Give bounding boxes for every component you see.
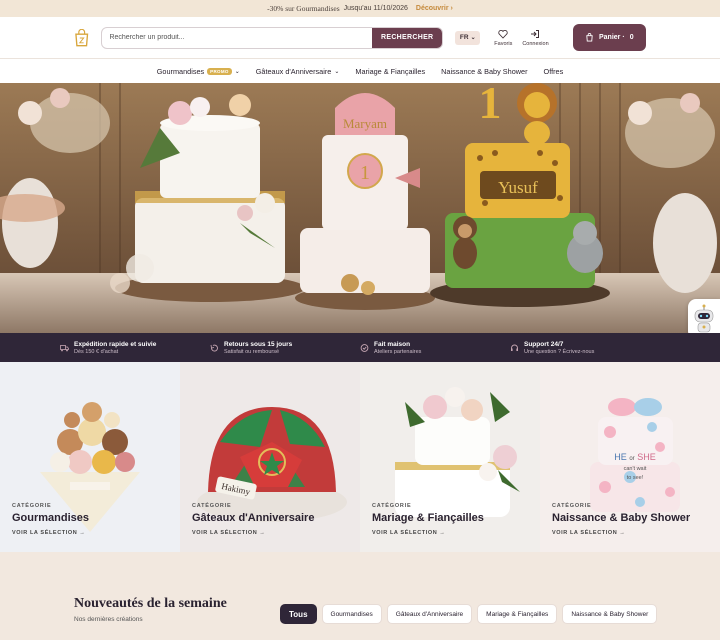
- feature-returns: Retours sous 15 jours Satisfait ou rembo…: [210, 341, 360, 355]
- feature-subtitle: Une question ? Écrivez-nous: [524, 348, 595, 355]
- category-label: CATÉGORIE: [12, 503, 52, 509]
- feature-support: Support 24/7 Une question ? Écrivez-nous: [510, 341, 660, 355]
- category-card-naissance[interactable]: HE or SHE can't wait to see! CATÉGORIE N…: [540, 362, 720, 552]
- login-button[interactable]: Connexion: [522, 29, 549, 47]
- category-label: CATÉGORIE: [372, 503, 412, 509]
- search-bar: RECHERCHER: [101, 26, 444, 49]
- return-icon: [210, 344, 218, 352]
- header: RECHERCHER FR ⌄ Favoris Connexion Panier…: [0, 17, 720, 59]
- category-name: Gourmandises: [12, 512, 90, 524]
- cart-count: 0: [629, 34, 634, 41]
- category-card-mariage[interactable]: CATÉGORIE Mariage & Fiançailles VOIR LA …: [360, 362, 540, 552]
- truck-icon: [60, 344, 69, 351]
- nav-item-gateaux-anniversaire[interactable]: Gâteaux d'Anniversaire ⌄: [248, 67, 348, 76]
- favorites-button[interactable]: Favoris: [494, 29, 512, 47]
- category-grid: CATÉGORIE Gourmandises VOIR LA SÉLECTION…: [0, 362, 720, 552]
- feature-shipping: Expédition rapide et suivie Dès 150 € d'…: [60, 341, 210, 355]
- hero-cakes-illustration: Maryam 1 Yusuf 1: [0, 83, 720, 333]
- nav-item-gourmandises[interactable]: Gourmandises PROMO ⌄: [149, 67, 248, 76]
- feature-subtitle: Ateliers partenaires: [374, 348, 422, 355]
- category-cta-link[interactable]: VOIR LA SÉLECTION →: [552, 530, 690, 536]
- favorites-label: Favoris: [494, 40, 513, 47]
- cake-text-she: SHE: [637, 452, 656, 462]
- feature-subtitle: Dès 150 € d'achat: [74, 348, 119, 355]
- category-cta-link[interactable]: VOIR LA SÉLECTION →: [12, 530, 89, 536]
- features-bar: Expédition rapide et suivie Dès 150 € d'…: [0, 333, 720, 362]
- category-name: Gâteaux d'Anniversaire: [192, 512, 315, 524]
- promo-discover-link[interactable]: Découvrir ›: [416, 5, 453, 12]
- cake-text-cant-wait: can't wait: [624, 466, 647, 472]
- nav-item-label: Gourmandises: [156, 66, 205, 76]
- category-card-gourmandises[interactable]: CATÉGORIE Gourmandises VOIR LA SÉLECTION…: [0, 362, 180, 552]
- nav-item-offres[interactable]: Offres: [536, 67, 572, 76]
- tab-mariage[interactable]: Mariage & Fiançailles: [477, 604, 558, 624]
- hero-banner[interactable]: Maryam 1 Yusuf 1: [0, 83, 720, 333]
- nav-item-label: Gâteaux d'Anniversaire: [255, 66, 332, 76]
- category-name: Mariage & Fiançailles: [372, 512, 484, 524]
- feature-title: Expédition rapide et suivie: [74, 340, 157, 348]
- category-label: CATÉGORIE: [552, 503, 592, 509]
- nav-item-label: Offres: [543, 66, 564, 76]
- category-cta-link[interactable]: VOIR LA SÉLECTION →: [192, 530, 314, 536]
- cake-text-or: or: [629, 456, 634, 462]
- section-subtitle: Nos dernières créations: [74, 616, 143, 623]
- promo-bar: -30% sur Gourmandises Jusqu'au 11/10/202…: [0, 0, 720, 17]
- cart-button[interactable]: Panier · 0: [572, 24, 646, 51]
- robot-icon: [694, 304, 714, 333]
- main-nav: Gourmandises PROMO ⌄ Gâteaux d'Anniversa…: [0, 59, 720, 83]
- cake-text-he: HE: [614, 452, 627, 462]
- new-this-week-section: Nouveautés de la semaine Nos dernières c…: [0, 552, 720, 640]
- feature-handmade: Fait maison Ateliers partenaires: [360, 341, 510, 355]
- promo-highlight: -30% sur Gourmandises: [267, 4, 340, 13]
- nav-item-label: Mariage & Fiançailles: [355, 66, 426, 76]
- nav-item-naissance[interactable]: Naissance & Baby Shower: [433, 67, 535, 76]
- category-cta-link[interactable]: VOIR LA SÉLECTION →: [372, 530, 484, 536]
- cake-number-maryam: 1: [360, 162, 370, 184]
- tab-gateaux-anniversaire[interactable]: Gâteaux d'Anniversaire: [386, 604, 473, 624]
- section-title: Nouveautés de la semaine: [74, 596, 227, 611]
- login-label: Connexion: [522, 40, 549, 47]
- category-label: CATÉGORIE: [192, 503, 232, 509]
- heart-icon: [498, 29, 508, 39]
- shopping-bag-logo-icon[interactable]: [74, 28, 89, 47]
- promo-badge: PROMO: [207, 67, 232, 75]
- search-button[interactable]: RECHERCHER: [372, 27, 443, 48]
- feature-subtitle: Satisfait ou remboursé: [224, 348, 280, 355]
- feature-title: Support 24/7: [524, 340, 564, 348]
- feature-title: Fait maison: [374, 340, 411, 348]
- cake-number-yusuf: 1: [479, 83, 502, 128]
- cart-label: Panier ·: [599, 34, 625, 41]
- cake-name-maryam: Maryam: [343, 116, 387, 131]
- feature-title: Retours sous 15 jours: [224, 340, 293, 348]
- chevron-down-icon: ⌄: [334, 68, 340, 75]
- svg-text:HE or SHE: HE or SHE: [614, 452, 655, 462]
- check-shield-icon: [360, 343, 369, 352]
- login-icon: [531, 29, 540, 38]
- tab-gourmandises[interactable]: Gourmandises: [321, 604, 382, 624]
- chevron-down-icon: ⌄: [234, 68, 240, 75]
- language-selector[interactable]: FR ⌄: [455, 30, 481, 45]
- tab-tous[interactable]: Tous: [280, 604, 317, 624]
- cake-name-yusuf: Yusuf: [498, 178, 538, 197]
- promo-until: Jusqu'au 11/10/2026: [343, 5, 408, 12]
- category-card-gateaux-anniversaire[interactable]: Hakimy CATÉGORIE Gâteaux d'Anniversaire …: [180, 362, 360, 552]
- search-input[interactable]: [102, 27, 373, 48]
- nav-item-mariage[interactable]: Mariage & Fiançailles: [347, 67, 433, 76]
- chevron-down-icon: ⌄: [470, 35, 476, 41]
- nav-item-label: Naissance & Baby Shower: [441, 66, 528, 76]
- category-name: Naissance & Baby Shower: [552, 512, 691, 524]
- tab-naissance[interactable]: Naissance & Baby Shower: [562, 604, 658, 624]
- filter-tabs: Tous Gourmandises Gâteaux d'Anniversaire…: [280, 604, 658, 624]
- cake-text-to-see: to see!: [627, 475, 644, 481]
- language-code: FR: [459, 34, 469, 41]
- cart-icon: [586, 33, 593, 42]
- headset-icon: [511, 344, 518, 351]
